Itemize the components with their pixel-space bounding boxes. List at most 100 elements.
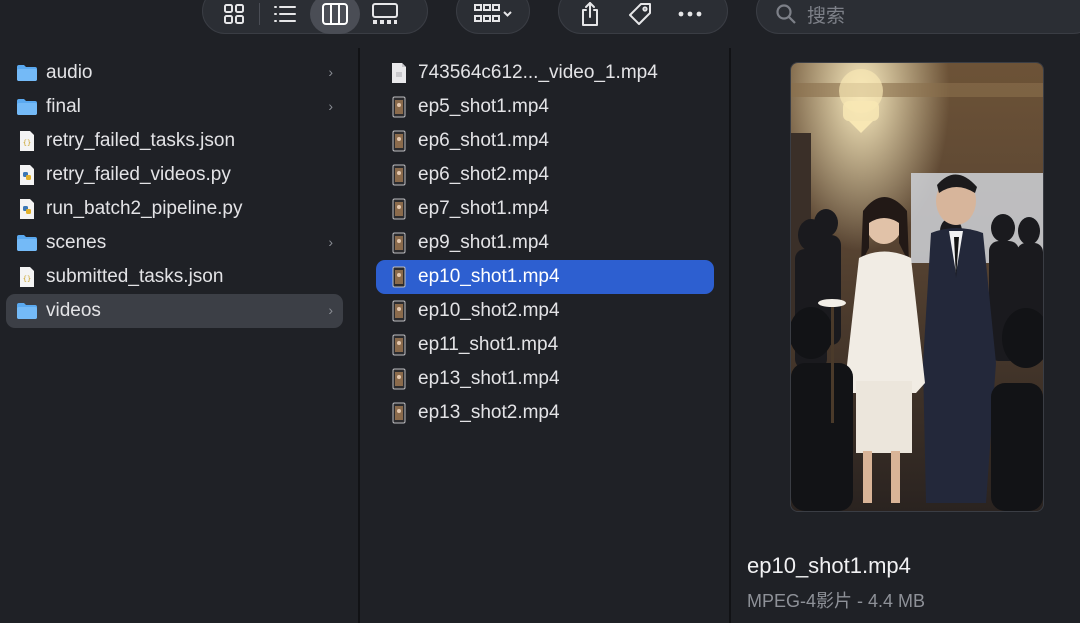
file-row[interactable]: ep10_shot2.mp4	[376, 294, 714, 328]
video-frame-image	[791, 63, 1043, 511]
file-icon-wrapper	[388, 232, 410, 254]
column-divider[interactable]	[729, 48, 731, 623]
video-thumbnail-icon	[392, 300, 406, 322]
icon-view-icon	[224, 4, 244, 24]
item-label: ep11_shot1.mp4	[418, 334, 559, 355]
search-field[interactable]: 搜索	[756, 0, 1080, 34]
list-item[interactable]: retry_failed_videos.py	[6, 158, 343, 192]
videos-folder-column: 743564c612..._video_1.mp4 ep5_shot1.mp4ep…	[360, 48, 728, 623]
item-label: videos	[46, 300, 101, 321]
item-label: ep10_shot2.mp4	[418, 300, 560, 321]
preview-filename: ep10_shot1.mp4	[747, 553, 911, 578]
item-label: ep6_shot1.mp4	[418, 130, 549, 151]
list-item[interactable]: {} submitted_tasks.json	[6, 260, 343, 294]
svg-text:{}: {}	[23, 139, 31, 147]
file-icon-wrapper	[388, 300, 410, 322]
folder-icon	[17, 303, 37, 319]
item-label: retry_failed_videos.py	[46, 164, 231, 185]
gallery-view-button[interactable]	[360, 0, 410, 34]
item-label: submitted_tasks.json	[46, 266, 224, 287]
video-thumbnail-icon	[392, 402, 406, 424]
folder-icon	[17, 99, 37, 115]
tag-button[interactable]	[615, 0, 665, 34]
python-file-icon	[20, 199, 34, 219]
file-icon-wrapper	[16, 300, 38, 322]
chevron-right-icon: ›	[328, 234, 333, 250]
file-icon-wrapper: {}	[16, 130, 38, 152]
item-label: ep10_shot1.mp4	[418, 266, 560, 287]
list-view-button[interactable]	[260, 0, 310, 34]
item-label: ep5_shot1.mp4	[418, 96, 549, 117]
file-icon-wrapper	[388, 198, 410, 220]
json-file-icon: {}	[20, 267, 34, 287]
column-view-icon	[322, 3, 348, 25]
column-view-button[interactable]	[310, 0, 360, 34]
share-button[interactable]	[565, 0, 615, 34]
python-file-icon	[20, 165, 34, 185]
group-by-button[interactable]	[463, 0, 523, 34]
item-label: retry_failed_tasks.json	[46, 130, 236, 151]
item-label: ep9_shot1.mp4	[418, 232, 549, 253]
file-icon-wrapper	[16, 232, 38, 254]
chevron-right-icon: ›	[328, 302, 333, 318]
actions-group	[558, 0, 728, 34]
preview-file-info: MPEG-4影片 - 4.4 MB	[747, 591, 926, 611]
video-thumbnail-icon	[392, 232, 406, 254]
more-button[interactable]	[665, 0, 715, 34]
document-icon	[392, 63, 406, 83]
gallery-view-icon	[372, 3, 398, 24]
preview-pane: ep10_shot1.mp4 MPEG-4影片 - 4.4 MB	[732, 48, 1080, 623]
file-row[interactable]: ep7_shot1.mp4	[376, 192, 714, 226]
group-grid-icon	[474, 4, 512, 22]
item-label: run_batch2_pipeline.py	[46, 198, 243, 219]
list-item[interactable]: final ›	[6, 90, 343, 124]
item-label: scenes	[46, 232, 107, 253]
icon-view-button[interactable]	[209, 0, 259, 34]
item-label: ep7_shot1.mp4	[418, 198, 549, 219]
file-row[interactable]: ep6_shot2.mp4	[376, 158, 714, 192]
file-icon-wrapper	[16, 96, 38, 118]
item-label: 743564c612..._video_1.mp4	[418, 62, 658, 83]
file-row[interactable]: ep13_shot1.mp4	[376, 362, 714, 396]
group-by-dropdown[interactable]	[456, 0, 530, 34]
list-item[interactable]: run_batch2_pipeline.py	[6, 192, 343, 226]
file-row[interactable]: ep5_shot1.mp4	[376, 90, 714, 124]
item-label: ep6_shot2.mp4	[418, 164, 549, 185]
video-thumbnail-icon	[392, 96, 406, 118]
list-item[interactable]: audio ›	[6, 56, 343, 90]
file-icon-wrapper	[388, 368, 410, 390]
file-icon-wrapper	[388, 96, 410, 118]
video-thumbnail-icon	[392, 198, 406, 220]
parent-folder-column: audio › final › {} retry_failed_tasks.json ret…	[0, 48, 358, 623]
file-icon-wrapper	[388, 62, 410, 84]
file-icon-wrapper: {}	[16, 266, 38, 288]
file-icon-wrapper	[388, 334, 410, 356]
file-icon-wrapper	[388, 164, 410, 186]
chevron-down-icon	[503, 11, 512, 17]
video-thumbnail	[790, 62, 1044, 512]
chevron-right-icon: ›	[328, 64, 333, 80]
file-row[interactable]: ep10_shot1.mp4	[376, 260, 714, 294]
file-row[interactable]: ep9_shot1.mp4	[376, 226, 714, 260]
view-mode-group	[202, 0, 428, 34]
file-row[interactable]: ep13_shot2.mp4	[376, 396, 714, 430]
search-icon	[776, 4, 796, 24]
chevron-right-icon: ›	[328, 98, 333, 114]
file-icon-wrapper	[16, 198, 38, 220]
file-row[interactable]: 743564c612..._video_1.mp4	[376, 56, 714, 90]
video-thumbnail-icon	[392, 164, 406, 186]
file-row[interactable]: ep11_shot1.mp4	[376, 328, 714, 362]
file-row[interactable]: ep6_shot1.mp4	[376, 124, 714, 158]
item-label: ep13_shot1.mp4	[418, 368, 560, 389]
item-label: audio	[46, 62, 93, 83]
video-thumbnail-icon	[392, 266, 406, 288]
list-item[interactable]: videos ›	[6, 294, 343, 328]
list-item[interactable]: scenes ›	[6, 226, 343, 260]
file-icon-wrapper	[16, 164, 38, 186]
search-placeholder: 搜索	[807, 5, 846, 27]
list-item[interactable]: {} retry_failed_tasks.json	[6, 124, 343, 158]
video-thumbnail-icon	[392, 334, 406, 356]
item-label: ep13_shot2.mp4	[418, 402, 560, 423]
svg-text:{}: {}	[23, 275, 31, 283]
file-icon-wrapper	[388, 130, 410, 152]
